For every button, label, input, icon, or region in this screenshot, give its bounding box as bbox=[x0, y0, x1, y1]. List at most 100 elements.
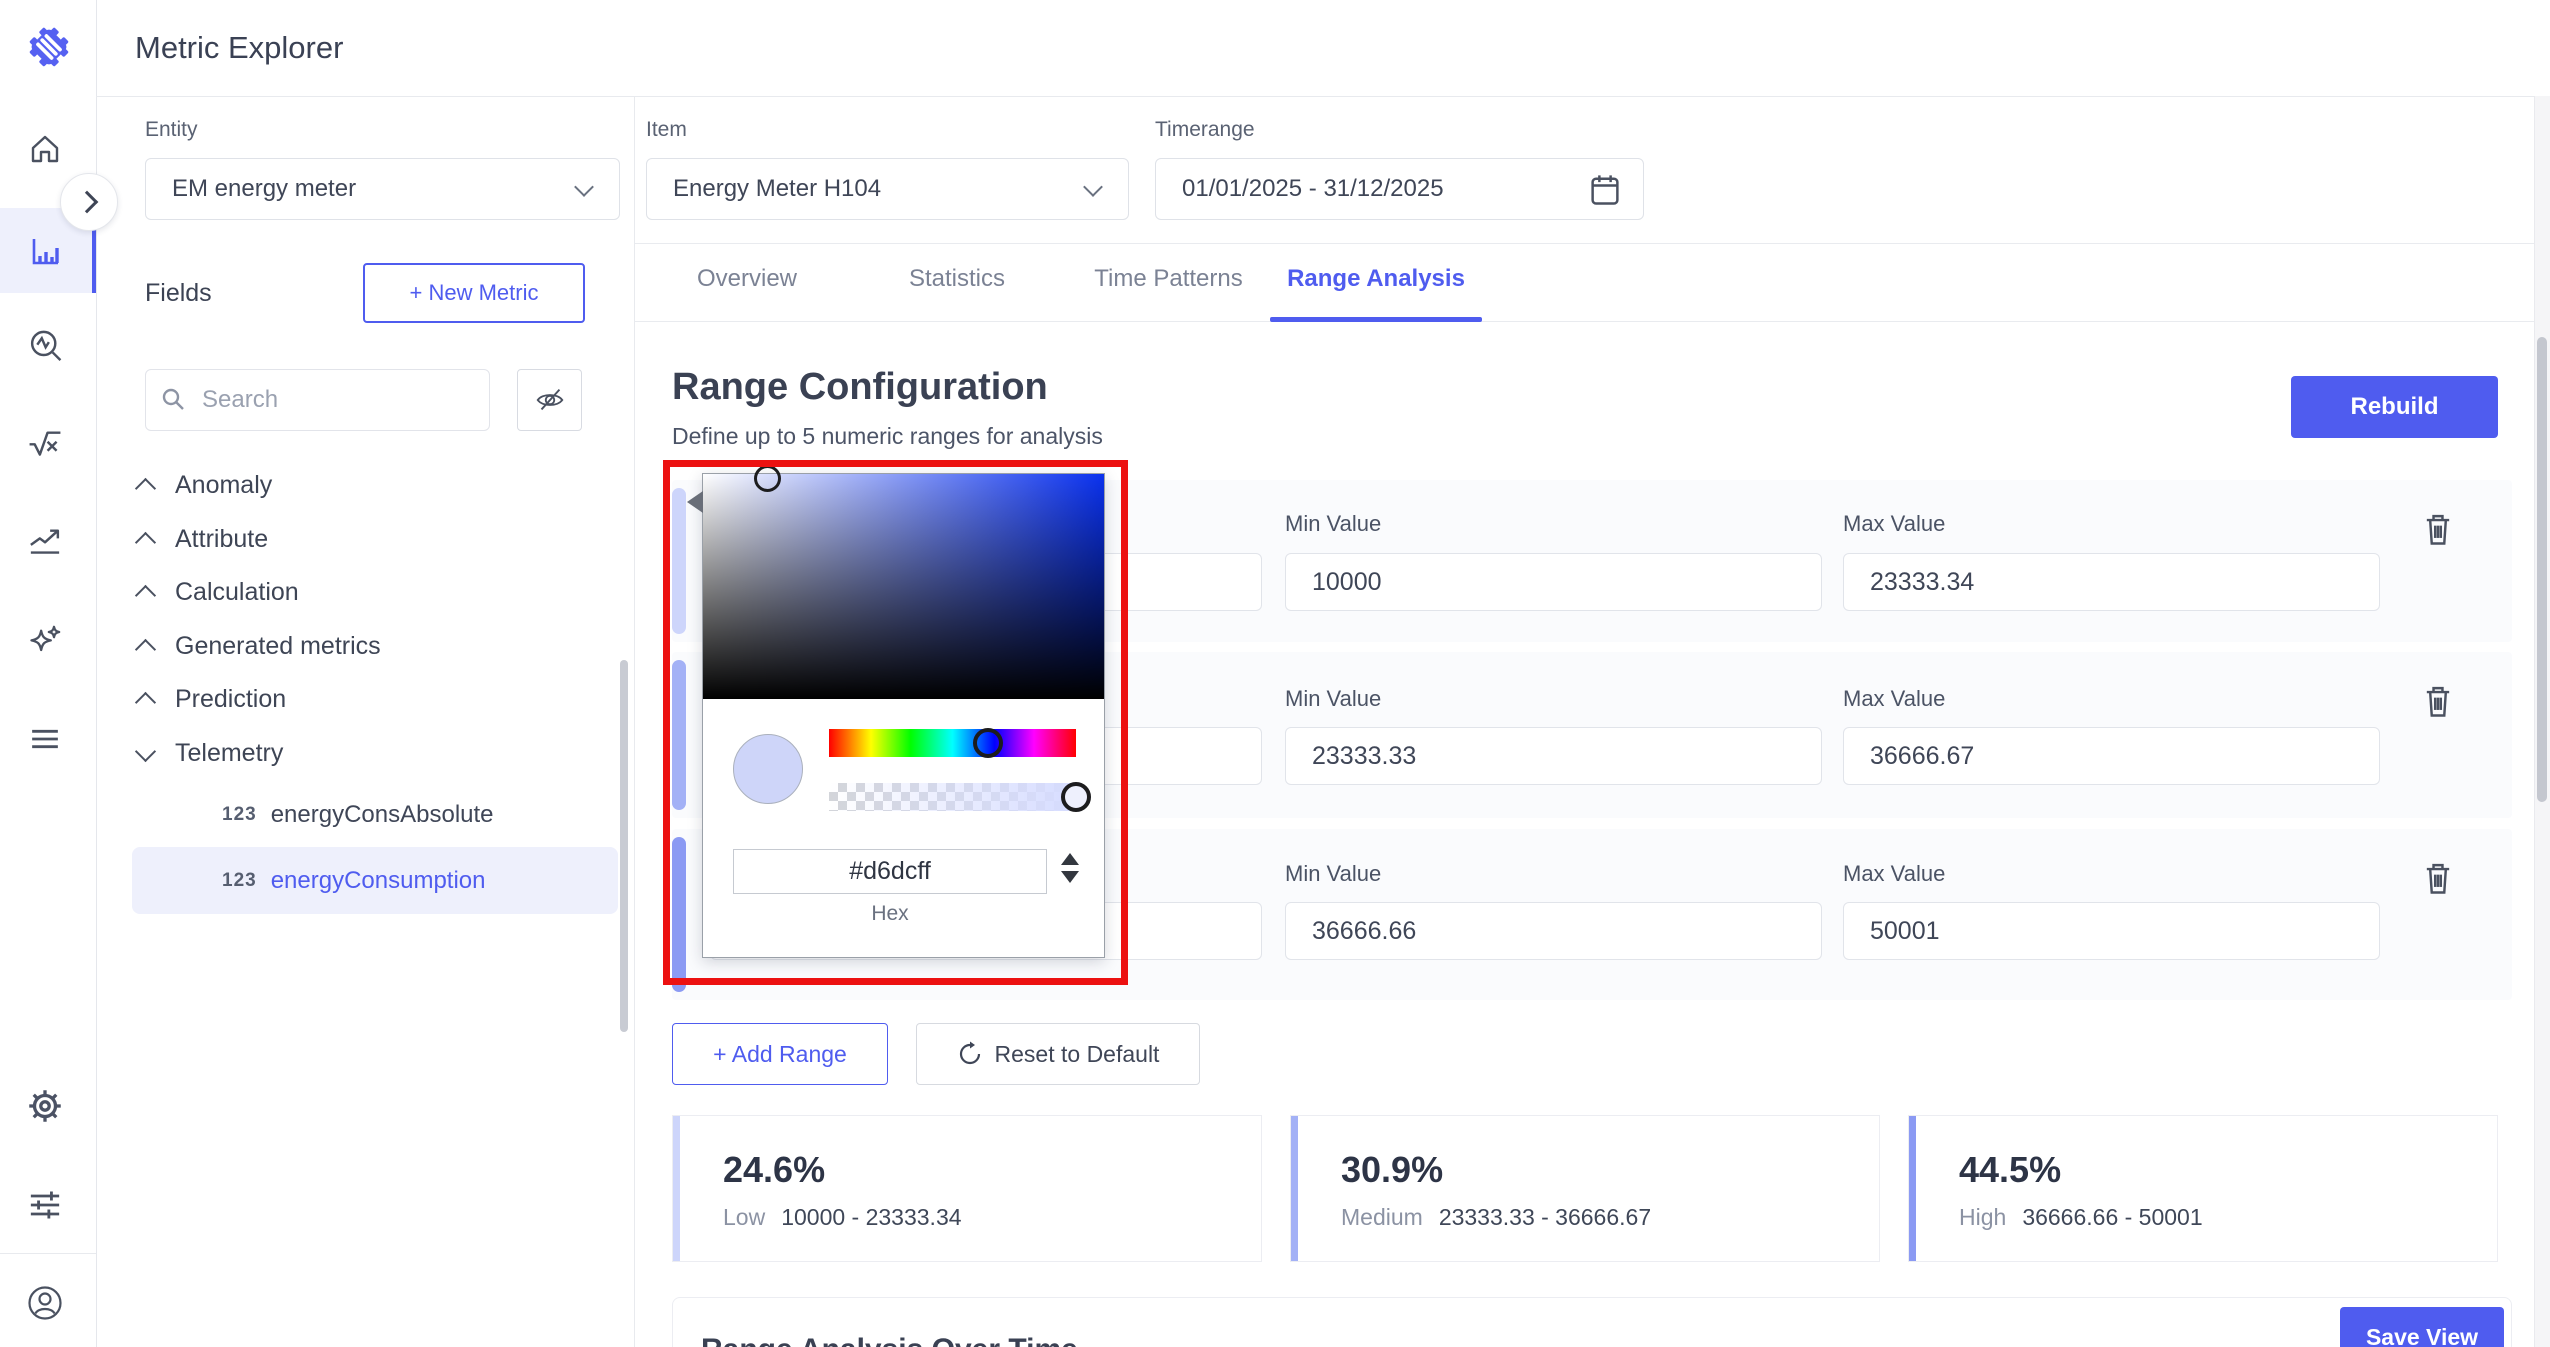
anomaly-search-icon bbox=[27, 328, 63, 364]
tab-time-patterns[interactable]: Time Patterns bbox=[1086, 257, 1251, 301]
hex-input[interactable]: #d6dcff bbox=[733, 849, 1047, 894]
range-bounds: 36666.66 - 50001 bbox=[2022, 1204, 2203, 1230]
sidebar-item-home[interactable] bbox=[26, 130, 63, 167]
save-view-button[interactable]: Save View bbox=[2340, 1307, 2504, 1347]
new-metric-button[interactable]: + New Metric bbox=[363, 263, 585, 323]
chevron-up-icon bbox=[134, 477, 157, 499]
entity-select[interactable]: EM energy meter bbox=[145, 158, 620, 220]
tab-overview[interactable]: Overview bbox=[672, 257, 822, 301]
page-scrollbar-thumb[interactable] bbox=[2537, 337, 2547, 802]
tree-group-label: Telemetry bbox=[175, 738, 284, 767]
tabstrip-top-divider bbox=[635, 243, 2550, 244]
alpha-slider[interactable] bbox=[829, 783, 1076, 811]
tree-group-generated-metrics[interactable]: Generated metrics bbox=[120, 620, 620, 672]
active-tab-underline bbox=[1270, 317, 1482, 322]
sidebar-item-formula[interactable] bbox=[26, 424, 63, 461]
tab-statistics[interactable]: Statistics bbox=[882, 257, 1032, 301]
min-value-input[interactable]: 23333.33 bbox=[1285, 727, 1822, 785]
sliders-icon bbox=[27, 1187, 63, 1223]
min-value-input[interactable]: 10000 bbox=[1285, 553, 1822, 611]
range-color-strip[interactable] bbox=[672, 660, 686, 810]
home-icon bbox=[27, 131, 63, 167]
hue-handle[interactable] bbox=[973, 728, 1003, 758]
max-value-label: Max Value bbox=[1843, 686, 1946, 711]
chevron-down-icon bbox=[1083, 177, 1103, 197]
trend-icon bbox=[27, 523, 63, 559]
metric-item-energyConsumption[interactable]: 123 energyConsumption bbox=[132, 847, 618, 914]
summary-card-low: 24.6% Low 10000 - 23333.34 bbox=[672, 1115, 1262, 1262]
app-logo[interactable] bbox=[24, 22, 74, 72]
sidebar-item-metrics[interactable] bbox=[26, 232, 63, 269]
tab-range-analysis[interactable]: Range Analysis bbox=[1270, 257, 1482, 301]
reset-default-button[interactable]: Reset to Default bbox=[916, 1023, 1200, 1085]
sidebar-item-trend[interactable] bbox=[26, 522, 63, 559]
fields-panel-title: Fields bbox=[145, 279, 212, 307]
tree-group-attribute[interactable]: Attribute bbox=[120, 513, 620, 565]
add-range-button[interactable]: + Add Range bbox=[672, 1023, 888, 1085]
entity-label: Entity bbox=[145, 118, 198, 141]
delete-range-button[interactable] bbox=[2420, 859, 2456, 897]
fields-scrollbar[interactable] bbox=[620, 660, 628, 1032]
range-bounds: 23333.33 - 36666.67 bbox=[1438, 1204, 1652, 1230]
alpha-handle[interactable] bbox=[1061, 782, 1091, 812]
range-color-strip[interactable] bbox=[672, 488, 686, 634]
sidebar-item-preferences[interactable] bbox=[26, 1186, 63, 1223]
min-value-label: Min Value bbox=[1285, 861, 1382, 886]
step-up-icon bbox=[1061, 853, 1079, 865]
sidebar-expand-button[interactable] bbox=[60, 173, 118, 231]
item-select[interactable]: Energy Meter H104 bbox=[646, 158, 1129, 220]
summary-card-medium: 30.9% Medium 23333.33 - 36666.67 bbox=[1290, 1115, 1880, 1262]
sidebar-item-profile[interactable] bbox=[26, 1284, 63, 1321]
sidebar-item-list[interactable] bbox=[26, 720, 63, 757]
tree-group-label: Attribute bbox=[175, 524, 269, 553]
timerange-value: 01/01/2025 - 31/12/2025 bbox=[1182, 175, 1444, 202]
popup-anchor-arrow bbox=[687, 491, 703, 513]
range-name: Medium bbox=[1341, 1204, 1423, 1230]
bar-chart-icon bbox=[27, 233, 63, 269]
list-icon bbox=[27, 721, 63, 757]
timerange-label: Timerange bbox=[1155, 118, 1255, 141]
eye-off-icon bbox=[533, 383, 567, 417]
current-color-swatch bbox=[733, 734, 803, 804]
header-divider bbox=[96, 96, 2550, 97]
sparkles-icon bbox=[27, 623, 63, 659]
rebuild-button[interactable]: Rebuild bbox=[2291, 376, 2498, 438]
formula-icon bbox=[27, 425, 63, 461]
max-value-label: Max Value bbox=[1843, 861, 1946, 886]
max-value-input[interactable]: 23333.34 bbox=[1843, 553, 2380, 611]
tabstrip-bottom-divider bbox=[635, 321, 2550, 322]
tree-group-label: Prediction bbox=[175, 684, 287, 713]
summary-card-high: 44.5% High 36666.66 - 50001 bbox=[1908, 1115, 2498, 1262]
max-value-input[interactable]: 50001 bbox=[1843, 902, 2380, 960]
step-down-icon bbox=[1061, 871, 1079, 883]
hex-stepper[interactable] bbox=[1061, 853, 1079, 883]
max-value-input[interactable]: 36666.67 bbox=[1843, 727, 2380, 785]
delete-range-button[interactable] bbox=[2420, 510, 2456, 548]
metric-item-label: energyConsumption bbox=[270, 866, 486, 894]
chevron-down-icon bbox=[574, 177, 594, 197]
hue-slider[interactable] bbox=[829, 729, 1076, 757]
tree-group-anomaly[interactable]: Anomaly bbox=[120, 459, 620, 511]
item-select-value: Energy Meter H104 bbox=[673, 175, 882, 202]
delete-range-button[interactable] bbox=[2420, 682, 2456, 720]
max-value-label: Max Value bbox=[1843, 511, 1946, 536]
sidebar-item-anomaly-search[interactable] bbox=[26, 327, 63, 364]
numeric-type-icon: 123 bbox=[222, 869, 257, 891]
sidebar-item-ai[interactable] bbox=[26, 622, 63, 659]
numeric-type-icon: 123 bbox=[222, 803, 257, 825]
tree-group-telemetry[interactable]: Telemetry bbox=[120, 727, 620, 779]
sidebar-item-settings[interactable] bbox=[26, 1087, 63, 1124]
metric-item-energyConsAbsolute[interactable]: 123 energyConsAbsolute bbox=[132, 781, 618, 848]
timerange-picker[interactable]: 01/01/2025 - 31/12/2025 bbox=[1155, 158, 1644, 220]
hide-fields-button[interactable] bbox=[517, 369, 582, 431]
chevron-right-icon bbox=[75, 190, 99, 214]
saturation-area[interactable] bbox=[703, 474, 1104, 699]
saturation-handle[interactable] bbox=[754, 465, 781, 492]
search-input[interactable] bbox=[200, 385, 475, 415]
range-color-strip[interactable] bbox=[672, 837, 686, 992]
tree-group-calculation[interactable]: Calculation bbox=[120, 566, 620, 618]
tree-group-prediction[interactable]: Prediction bbox=[120, 673, 620, 725]
min-value-label: Min Value bbox=[1285, 686, 1382, 711]
hex-label: Hex bbox=[871, 902, 909, 925]
min-value-input[interactable]: 36666.66 bbox=[1285, 902, 1822, 960]
